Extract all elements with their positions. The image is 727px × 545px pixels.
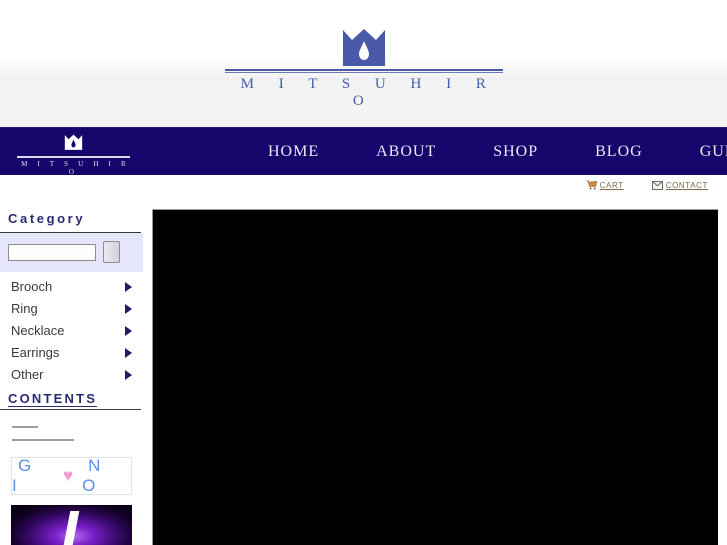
givno-banner[interactable]: G I ♥ N O bbox=[11, 456, 132, 496]
nav-item-home[interactable]: HOME bbox=[268, 143, 319, 161]
category-item-other[interactable]: Other bbox=[0, 363, 143, 385]
nav-links: HOME ABOUT SHOP BLOG GUIDE bbox=[268, 128, 727, 176]
nav-item-about[interactable]: ABOUT bbox=[376, 143, 436, 161]
mitsuhiro-logo-small-icon bbox=[64, 134, 83, 150]
givno-banner-text: G I ♥ N O bbox=[12, 456, 131, 496]
left-sidebar: Category Brooch Ring Necklace Earrings O… bbox=[0, 203, 143, 545]
givno-text-right: N O bbox=[82, 456, 107, 495]
brand-double-rule bbox=[224, 69, 503, 73]
category-label: Ring bbox=[11, 300, 38, 316]
envelope-icon bbox=[651, 180, 663, 190]
category-list: Brooch Ring Necklace Earrings Other bbox=[0, 272, 143, 385]
givno-text-left: G I bbox=[12, 456, 38, 495]
chevron-right-icon bbox=[125, 348, 132, 358]
category-item-ring[interactable]: Ring bbox=[0, 297, 143, 319]
nav-brand-rule bbox=[17, 156, 130, 158]
site-header-banner: M I T S U H I R O bbox=[0, 0, 727, 127]
category-item-brooch[interactable]: Brooch bbox=[0, 275, 143, 297]
nav-item-blog[interactable]: BLOG bbox=[595, 143, 643, 161]
contents-heading: CONTENTS bbox=[8, 391, 98, 406]
brand-logo[interactable]: M I T S U H I R O bbox=[0, 28, 727, 110]
utility-bar: CART CONTACT bbox=[0, 175, 727, 203]
shopping-cart-icon bbox=[586, 180, 597, 190]
category-label: Necklace bbox=[11, 322, 65, 338]
contents-placeholder-line-1[interactable] bbox=[12, 426, 38, 428]
search-input[interactable] bbox=[8, 243, 96, 261]
contents-divider bbox=[0, 409, 141, 410]
nav-brand-logo[interactable]: M I T S U H I R O bbox=[16, 134, 131, 176]
heart-icon: ♥ bbox=[63, 466, 80, 485]
chevron-right-icon bbox=[125, 370, 132, 380]
page-root: M I T S U H I R O M I T S U H I R O HOME… bbox=[0, 0, 727, 545]
chevron-right-icon bbox=[125, 282, 132, 292]
purple-banner[interactable] bbox=[11, 505, 132, 545]
mitsuhiro-logo-icon bbox=[342, 29, 385, 66]
contents-placeholder-line-2[interactable] bbox=[12, 439, 74, 441]
contact-link[interactable]: CONTACT bbox=[651, 180, 708, 190]
primary-navigation-bar: M I T S U H I R O HOME ABOUT SHOP BLOG G… bbox=[0, 127, 727, 176]
utility-links: CART CONTACT bbox=[586, 180, 708, 190]
cart-label: CART bbox=[599, 180, 624, 190]
category-label: Brooch bbox=[11, 278, 53, 294]
contact-label: CONTACT bbox=[665, 180, 708, 190]
nav-item-shop[interactable]: SHOP bbox=[493, 143, 538, 161]
category-label: Earrings bbox=[11, 344, 60, 360]
cart-link[interactable]: CART bbox=[586, 180, 624, 190]
nav-item-guide[interactable]: GUIDE bbox=[700, 143, 727, 161]
purple-banner-glyph bbox=[63, 511, 80, 545]
category-item-earrings[interactable]: Earrings bbox=[0, 341, 143, 363]
category-search bbox=[0, 233, 143, 272]
brand-wordmark: M I T S U H I R O bbox=[240, 76, 497, 109]
chevron-right-icon bbox=[125, 326, 132, 336]
category-item-necklace[interactable]: Necklace bbox=[0, 319, 143, 341]
nav-brand-wordmark: M I T S U H I R O bbox=[21, 160, 130, 176]
main-content-area[interactable] bbox=[152, 209, 718, 545]
category-label: Other bbox=[11, 366, 44, 382]
category-heading: Category bbox=[8, 211, 86, 226]
search-submit-button[interactable] bbox=[103, 241, 120, 263]
chevron-right-icon bbox=[125, 304, 132, 314]
